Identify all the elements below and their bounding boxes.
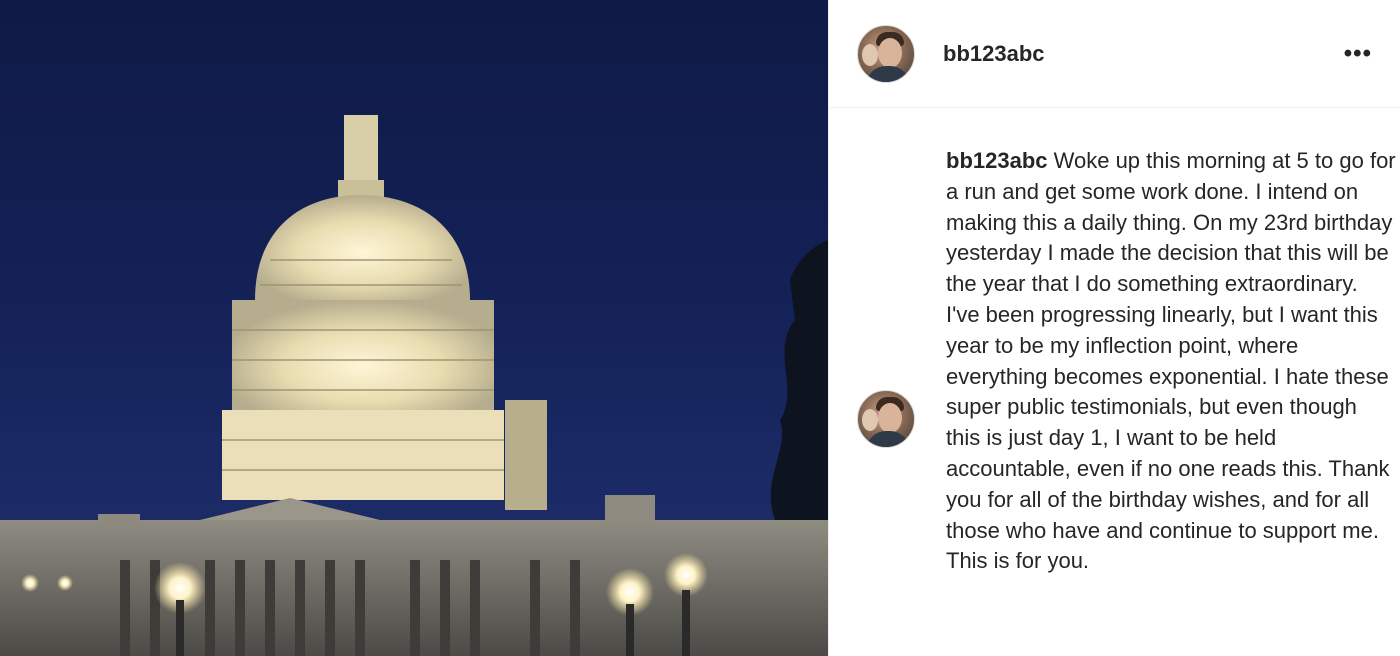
caption-text: bb123abc Woke up this morning at 5 to go… <box>946 146 1396 577</box>
post-photo[interactable] <box>0 0 828 656</box>
caption-body: Woke up this morning at 5 to go for a ru… <box>946 148 1396 574</box>
post-header: bb123abc ••• <box>829 0 1400 108</box>
author-avatar[interactable] <box>857 24 915 83</box>
author-username[interactable]: bb123abc <box>943 41 1344 67</box>
capitol-night-image <box>0 115 828 656</box>
post-side-panel: bb123abc ••• bb123abc Woke up this morni… <box>828 0 1400 656</box>
caption-author-username[interactable]: bb123abc <box>946 148 1048 173</box>
caption-author-avatar[interactable] <box>857 390 915 448</box>
more-options-icon[interactable]: ••• <box>1344 41 1372 66</box>
post-dialog: bb123abc ••• bb123abc Woke up this morni… <box>0 0 1400 656</box>
